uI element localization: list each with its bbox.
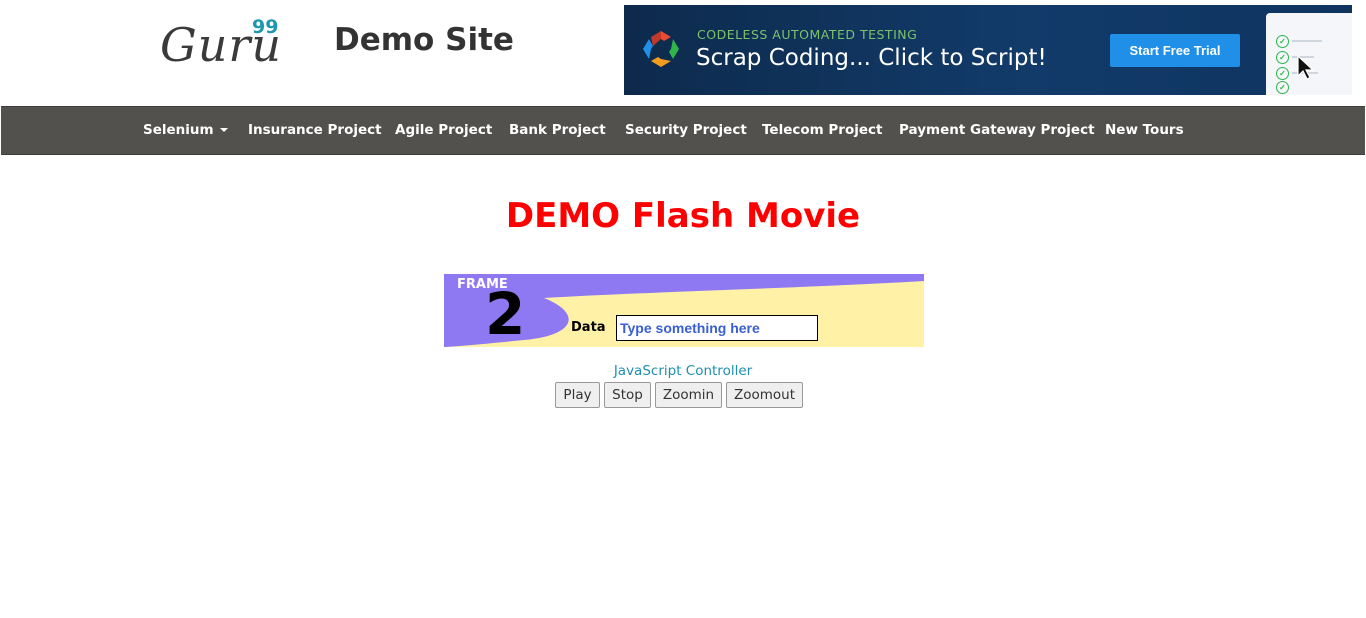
stop-button[interactable]: Stop bbox=[604, 382, 651, 408]
logo-superscript: 99 bbox=[252, 16, 279, 38]
nav-item-payment-gateway-project[interactable]: Payment Gateway Project bbox=[899, 107, 1095, 154]
nav-item-new-tours[interactable]: New Tours bbox=[1105, 107, 1184, 154]
javascript-controller-label: JavaScript Controller bbox=[613, 363, 753, 379]
nav-item-selenium[interactable]: Selenium bbox=[143, 107, 228, 154]
data-input[interactable] bbox=[616, 315, 818, 341]
ad-eyebrow: CODELESS AUTOMATED TESTING bbox=[697, 27, 918, 42]
ad-brand-icon bbox=[643, 31, 679, 67]
start-free-trial-button[interactable]: Start Free Trial bbox=[1110, 34, 1240, 67]
site-title: Demo Site bbox=[334, 22, 514, 58]
zoomin-button[interactable]: Zoomin bbox=[655, 382, 722, 408]
nav-item-security-project[interactable]: Security Project bbox=[625, 107, 747, 154]
frame-number: 2 bbox=[485, 280, 526, 347]
zoomout-button[interactable]: Zoomout bbox=[726, 382, 803, 408]
play-button[interactable]: Play bbox=[555, 382, 600, 408]
nav-item-label: Selenium bbox=[143, 122, 214, 138]
guru99-logo[interactable]: Guru 99 bbox=[160, 14, 290, 74]
check-icon: ✓ bbox=[1276, 67, 1289, 80]
ad-banner[interactable]: CODELESS AUTOMATED TESTING Scrap Coding.… bbox=[624, 5, 1352, 95]
main-navbar: Selenium Insurance Project Agile Project… bbox=[1, 106, 1365, 155]
nav-item-telecom-project[interactable]: Telecom Project bbox=[762, 107, 882, 154]
caret-down-icon bbox=[219, 128, 228, 132]
data-label: Data bbox=[571, 320, 606, 335]
check-icon: ✓ bbox=[1276, 35, 1289, 48]
cursor-icon bbox=[1297, 55, 1315, 80]
nav-item-insurance-project[interactable]: Insurance Project bbox=[248, 107, 382, 154]
nav-item-bank-project[interactable]: Bank Project bbox=[509, 107, 606, 154]
flash-movie[interactable]: FRAME 2 Data bbox=[444, 274, 924, 347]
check-icon: ✓ bbox=[1276, 51, 1289, 64]
check-icon: ✓ bbox=[1276, 81, 1289, 94]
ad-headline: Scrap Coding... Click to Script! bbox=[696, 45, 1047, 71]
nav-item-agile-project[interactable]: Agile Project bbox=[395, 107, 492, 154]
page-title: DEMO Flash Movie bbox=[505, 196, 861, 236]
ad-product-screenshot: ✓ ✓ ✓ ✓ bbox=[1266, 13, 1352, 95]
